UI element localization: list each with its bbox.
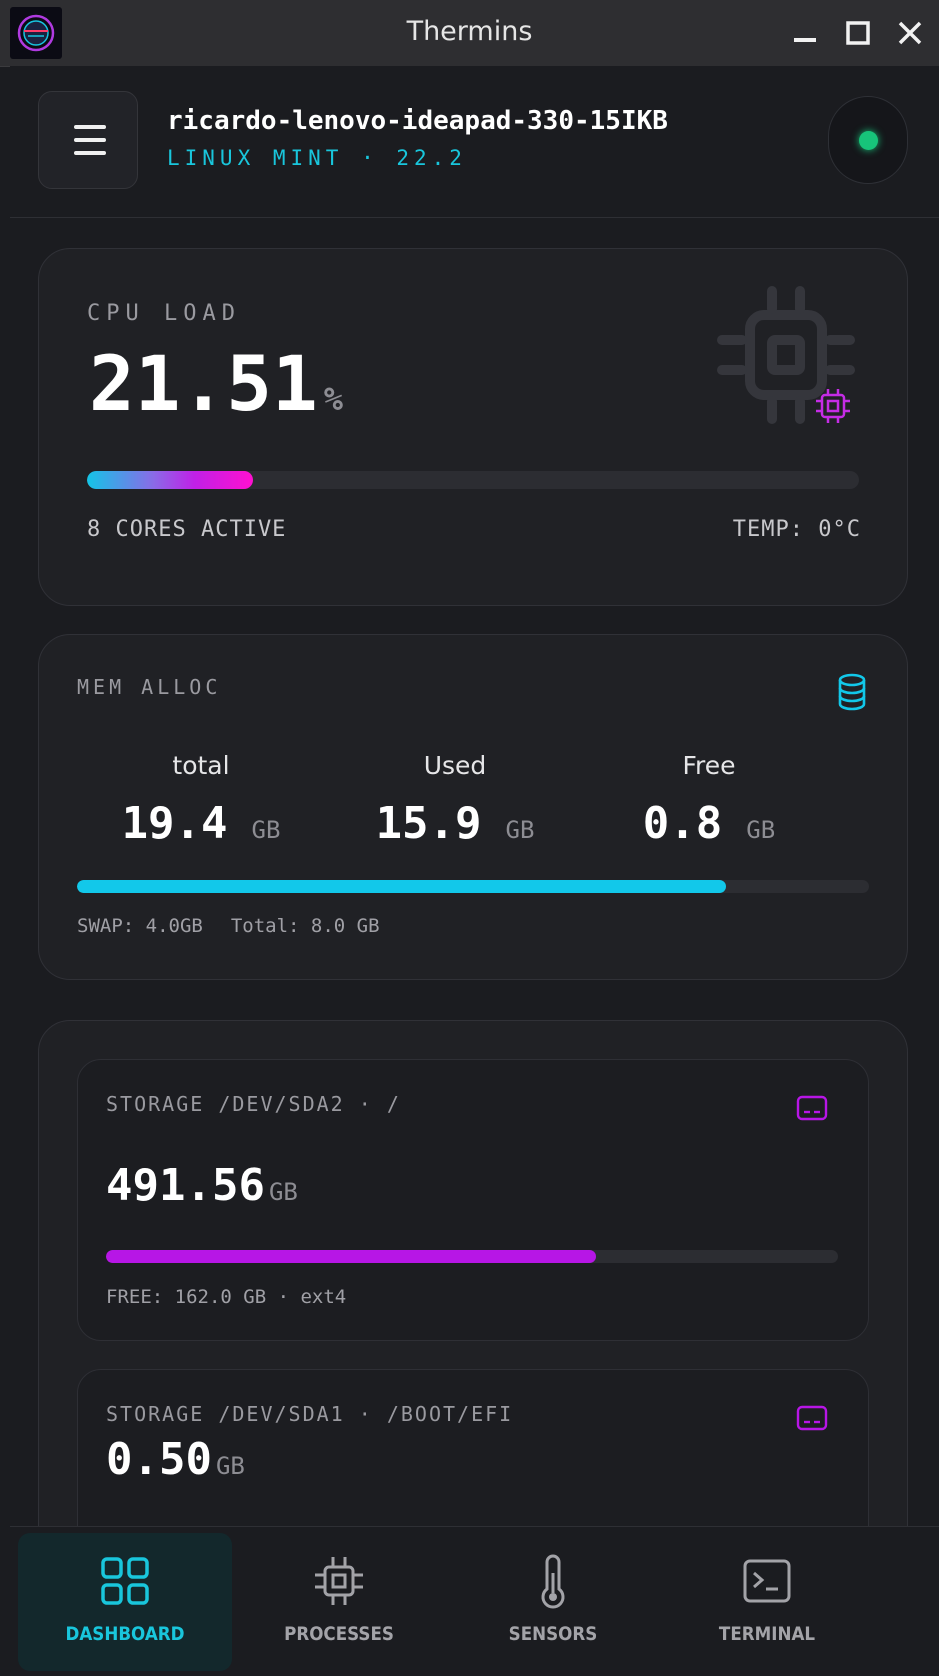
memory-used: Used 15.9 GB: [375, 751, 535, 849]
memory-card: MEM ALLOC total 19.4 GB Used 15.9 GB Free …: [38, 634, 908, 980]
cpu-temp-text: TEMP: 0°C: [732, 517, 861, 542]
close-button[interactable]: [895, 18, 925, 48]
storage-usage-bar: [106, 1250, 838, 1263]
nav-label: PROCESSES: [284, 1623, 394, 1645]
menu-button[interactable]: [38, 91, 138, 189]
hard-drive-icon: [796, 1405, 828, 1431]
nav-label: TERMINAL: [718, 1623, 816, 1645]
swap-info: SWAP: 4.0GB Total: 8.0 GB: [77, 915, 380, 937]
storage-usage-bar-fill: [106, 1250, 597, 1263]
window-titlebar: Thermins: [0, 0, 939, 67]
storage-label: STORAGE /DEV/SDA2 · /: [106, 1092, 401, 1116]
menu-icon: [74, 125, 106, 129]
storage-card: STORAGE /DEV/SDA2 · / 491.56 GB FREE: 162…: [38, 1020, 908, 1593]
storage-label: STORAGE /DEV/SDA1 · /BOOT/EFI: [106, 1402, 514, 1426]
status-dot-icon: [859, 131, 878, 150]
cpu-label: CPU LOAD: [87, 301, 241, 326]
memory-usage-bar: [77, 880, 869, 893]
terminal-icon: [743, 1559, 791, 1603]
nav-label: SENSORS: [508, 1623, 598, 1645]
status-indicator-button[interactable]: [828, 96, 908, 184]
dashboard-scroll-area[interactable]: CPU LOAD 21.51% 8 CORES ACTIVE TEMP: 0°C…: [10, 218, 939, 1593]
storage-value: 491.56 GB: [106, 1160, 298, 1211]
memory-total: total 19.4 GB: [121, 751, 281, 849]
storage-item: STORAGE /DEV/SDA2 · / 491.56 GB FREE: 162…: [77, 1059, 869, 1341]
hard-drive-icon: [796, 1095, 828, 1121]
minimize-button[interactable]: [790, 18, 820, 48]
cpu-load-value: 21.51%: [89, 339, 344, 428]
maximize-button[interactable]: [843, 18, 873, 48]
hostname: ricardo-lenovo-ideapad-330-15IKB: [167, 106, 668, 136]
app-window: ricardo-lenovo-ideapad-330-15IKB LINUX M…: [10, 66, 939, 1676]
memory-usage-bar-fill: [77, 880, 727, 893]
memory-label: MEM ALLOC: [77, 675, 222, 699]
memory-free: Free 0.8 GB: [642, 751, 776, 849]
thermometer-icon: [541, 1554, 565, 1609]
nav-dashboard[interactable]: DASHBOARD: [18, 1533, 232, 1671]
cpu-load-bar: [87, 471, 859, 489]
cpu-cores-text: 8 CORES ACTIVE: [87, 517, 287, 542]
bottom-navigation: DASHBOARD PROCESSES SENSORS TERMINAL: [10, 1526, 939, 1676]
nav-label: DASHBOARD: [65, 1623, 185, 1645]
database-icon: [838, 673, 866, 711]
storage-free-text: FREE: 162.0 GB · ext4: [106, 1286, 347, 1308]
nav-sensors[interactable]: SENSORS: [446, 1533, 660, 1671]
storage-value: 0.50 GB: [106, 1434, 245, 1485]
grid-icon: [101, 1557, 149, 1605]
distro-label: LINUX MINT · 22.2: [167, 146, 467, 170]
cpu-chip-icon: [717, 286, 855, 424]
cpu-load-bar-fill: [87, 471, 254, 489]
cpu-icon: [315, 1557, 363, 1605]
nav-terminal[interactable]: TERMINAL: [660, 1533, 874, 1671]
app-header: ricardo-lenovo-ideapad-330-15IKB LINUX M…: [10, 66, 939, 218]
nav-processes[interactable]: PROCESSES: [232, 1533, 446, 1671]
cpu-card: CPU LOAD 21.51% 8 CORES ACTIVE TEMP: 0°C: [38, 248, 908, 606]
